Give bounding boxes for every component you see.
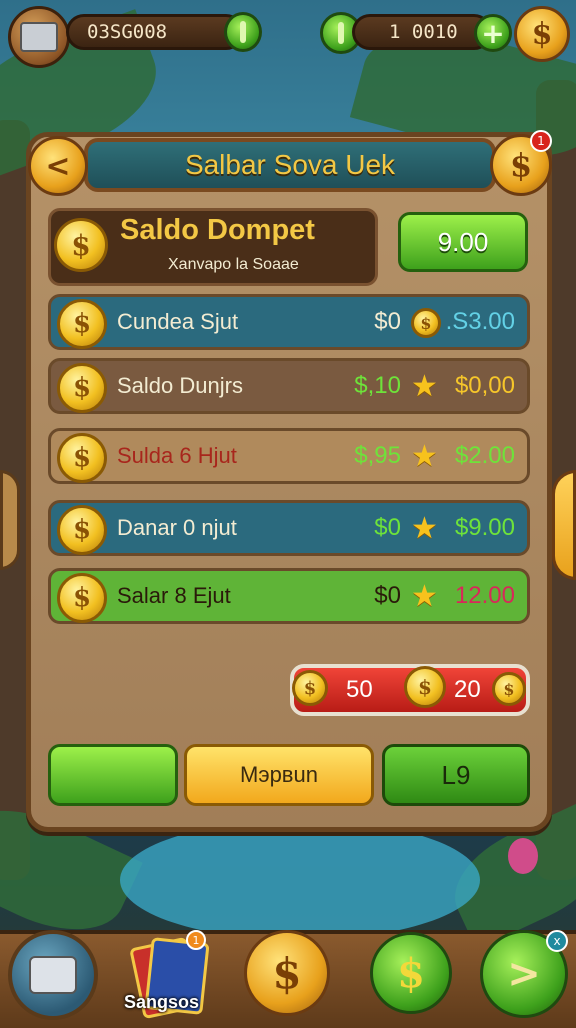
balance-subtitle: Xanvapo la Soaae: [168, 256, 299, 273]
bet-right-value: 20: [454, 676, 481, 703]
dollar-icon: $: [272, 948, 302, 998]
row-amount: $0: [374, 308, 401, 335]
row-total: $9.00: [454, 514, 515, 541]
background-flower: [508, 838, 538, 874]
shop-label: Sangsos: [124, 992, 200, 1012]
transaction-row[interactable]: $ Saldo Dunjrs $,10 ★ $0,00: [48, 358, 530, 414]
level-label: L9: [441, 759, 471, 790]
profile-avatar-button[interactable]: [8, 6, 70, 68]
confirm-button[interactable]: [48, 744, 178, 806]
row-amount: $,10: [354, 372, 401, 399]
gems-counter: 1 0010: [352, 14, 492, 50]
chevron-right-icon: >: [507, 951, 541, 997]
add-coins-button[interactable]: [224, 12, 262, 52]
transaction-row[interactable]: $ Danar 0 njut $0 ★ $9.00: [48, 500, 530, 556]
side-arrow-left[interactable]: [0, 470, 20, 570]
balance-value-button[interactable]: 9.00: [398, 212, 528, 272]
coin-icon: $: [54, 218, 108, 272]
panel-title-banner: Salbar Sova Uek: [84, 138, 496, 192]
row-label: Cundea Sjut: [117, 309, 239, 334]
row-total: $0,00: [454, 372, 515, 399]
coin-stack-icon: $: [404, 666, 446, 708]
panel-title: Salbar Sova Uek: [184, 149, 396, 180]
transaction-row[interactable]: $ Cundea Sjut $0 $ .S3.00: [48, 294, 530, 350]
chevron-left-icon: <: [45, 148, 71, 184]
bar-icon: [240, 21, 246, 43]
close-badge[interactable]: x: [546, 930, 568, 952]
plus-icon: +: [481, 16, 505, 50]
shop-badge: 1: [186, 930, 206, 950]
row-amount: $,95: [354, 442, 401, 469]
transaction-row[interactable]: $ Sulda 6 Hjut $,95 ★ $2.00: [48, 428, 530, 484]
bar-icon: [338, 22, 344, 44]
coin-icon: $: [57, 299, 107, 349]
row-total: $2.00: [454, 442, 515, 469]
main-action-button[interactable]: Mэрвun: [184, 744, 374, 806]
coin-stack-icon: $: [492, 672, 526, 706]
coin-icon: $: [57, 573, 107, 623]
shop-coin-button[interactable]: $: [514, 6, 570, 62]
row-amount: $0: [374, 514, 401, 541]
side-arrow-right[interactable]: [552, 470, 576, 580]
notification-count: 1: [537, 134, 545, 148]
shop-badge-count: 1: [192, 933, 200, 947]
row-label: Danar 0 njut: [117, 515, 237, 540]
row-label: Saldo Dunjrs: [117, 373, 243, 398]
row-amount: $0: [374, 582, 401, 609]
star-icon: ★: [411, 369, 438, 404]
earn-coins-button[interactable]: $: [370, 932, 452, 1014]
back-button[interactable]: <: [28, 136, 88, 196]
row-total: .S3.00: [445, 308, 515, 335]
row-total: 12.00: [454, 582, 515, 609]
balance-value: 9.00: [437, 226, 489, 257]
coin-icon: $: [57, 363, 107, 413]
add-gems-button[interactable]: +: [474, 14, 512, 52]
transaction-row[interactable]: $ Salar 8 Ejut $0 ★ 12.00: [48, 568, 530, 624]
dollar-icon: $: [397, 949, 425, 997]
dollar-icon: $: [509, 146, 533, 184]
main-action-label: Mэрвun: [240, 762, 318, 787]
level-button[interactable]: L9: [382, 744, 530, 806]
row-label: Sulda 6 Hjut: [117, 443, 237, 468]
star-icon: ★: [411, 579, 438, 614]
row-label: Salar 8 Ejut: [117, 583, 231, 608]
close-icon: x: [553, 934, 561, 948]
inventory-button[interactable]: [8, 930, 98, 1020]
coin-icon: $: [57, 433, 107, 483]
cube-icon: [20, 22, 58, 52]
cube-icon: [29, 956, 77, 994]
bet-left-value: 50: [346, 676, 373, 703]
notification-badge: 1: [530, 130, 552, 152]
coin-stack-icon: $: [292, 670, 328, 706]
coins-shop-button[interactable]: $: [244, 930, 330, 1016]
coins-counter: 0ЗSG008: [66, 14, 244, 50]
gems-value: 1 0010: [389, 21, 458, 43]
star-icon: ★: [411, 511, 438, 546]
dollar-icon: $: [531, 16, 553, 52]
balance-title: Saldo Dompet: [120, 214, 315, 246]
coins-value: 0ЗSG008: [87, 21, 168, 43]
coin-stack-icon: $: [411, 308, 441, 338]
star-icon: ★: [411, 439, 438, 474]
background-river: [120, 820, 480, 940]
coin-icon: $: [57, 505, 107, 555]
